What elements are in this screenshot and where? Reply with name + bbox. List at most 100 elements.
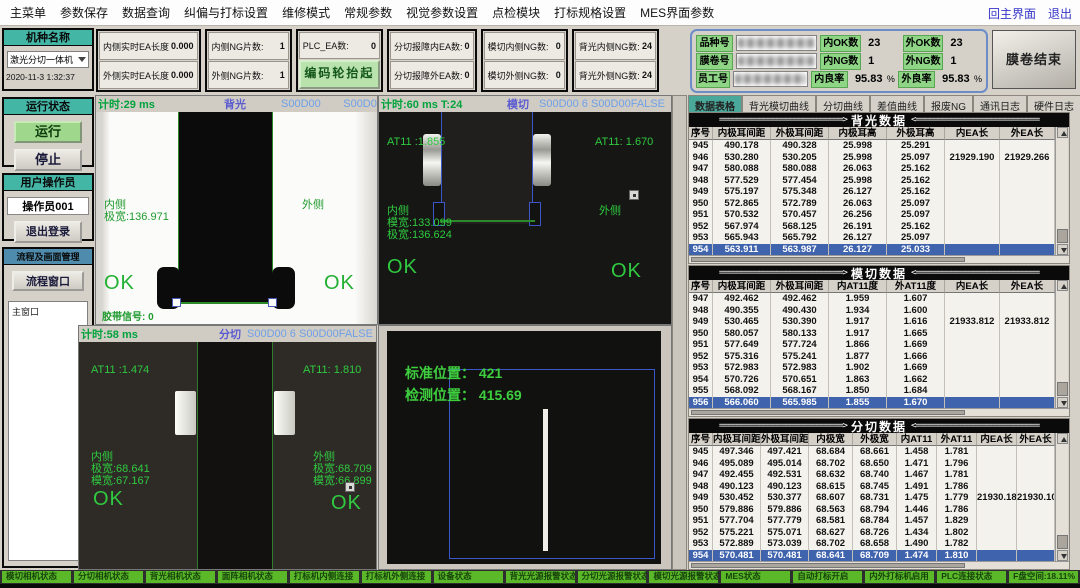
cell[interactable]: 570.457	[771, 209, 829, 221]
cell[interactable]: 1.616	[887, 316, 945, 328]
cell[interactable]: 21933.812	[945, 316, 1000, 328]
cell[interactable]: 21930.10	[1017, 492, 1055, 504]
cell[interactable]: 948	[689, 481, 713, 493]
cell[interactable]	[1017, 515, 1055, 527]
cell[interactable]: 1.782	[937, 538, 977, 550]
cell[interactable]: 68.784	[853, 515, 897, 527]
cell[interactable]	[1000, 305, 1055, 317]
menu-item[interactable]: 点检模块	[492, 4, 540, 21]
cell[interactable]: 950	[689, 504, 713, 516]
cell[interactable]: 951	[689, 339, 713, 351]
machine-select[interactable]: 激光分切一体机	[7, 51, 89, 68]
cell[interactable]: 1.917	[829, 316, 887, 328]
cell[interactable]: 950	[689, 328, 713, 340]
flow-list-item[interactable]: 主窗口	[9, 302, 87, 321]
cell[interactable]: 1.902	[829, 362, 887, 374]
cell[interactable]: 1.669	[887, 362, 945, 374]
cell[interactable]: 575.071	[761, 527, 809, 539]
encoder-wheel-lift-button[interactable]: 编码轮抬起	[299, 60, 380, 89]
run-button[interactable]: 运行	[14, 121, 82, 143]
cell[interactable]	[1000, 186, 1055, 198]
cell[interactable]: 1.934	[829, 305, 887, 317]
cell[interactable]: 1.781	[937, 446, 977, 458]
cell[interactable]: 1.796	[937, 458, 977, 470]
cell[interactable]	[1000, 362, 1055, 374]
cell[interactable]	[977, 469, 1017, 481]
cell[interactable]: 530.280	[713, 152, 771, 164]
cell[interactable]	[945, 397, 1000, 409]
cell[interactable]: 530.377	[761, 492, 809, 504]
cell[interactable]	[1017, 469, 1055, 481]
cell[interactable]: 953	[689, 538, 713, 550]
cell[interactable]: 1.665	[887, 328, 945, 340]
cell[interactable]: 946	[689, 458, 713, 470]
cell[interactable]	[1017, 481, 1055, 493]
cell[interactable]: 68.740	[853, 469, 897, 481]
menu-item[interactable]: 退出	[1048, 5, 1072, 22]
menu-item[interactable]: 回主界面	[988, 5, 1036, 22]
cell[interactable]: 1.457	[897, 515, 937, 527]
cell[interactable]: 1.471	[897, 458, 937, 470]
cell[interactable]: 68.726	[853, 527, 897, 539]
cell[interactable]	[977, 481, 1017, 493]
cell[interactable]: 1.666	[887, 351, 945, 363]
cell[interactable]: 956	[689, 397, 713, 409]
cell[interactable]: 572.789	[771, 198, 829, 210]
cell[interactable]: 951	[689, 515, 713, 527]
cell[interactable]: 1.458	[897, 446, 937, 458]
cell[interactable]	[1000, 374, 1055, 386]
cell[interactable]: 563.911	[713, 244, 771, 256]
cell[interactable]: 490.355	[713, 305, 771, 317]
cell[interactable]: 26.127	[829, 232, 887, 244]
roll-end-button[interactable]: 膜卷结束	[992, 30, 1076, 89]
cell[interactable]: 945	[689, 446, 713, 458]
cell[interactable]: 1.434	[897, 527, 937, 539]
cell[interactable]	[1000, 209, 1055, 221]
cell[interactable]: 490.430	[771, 305, 829, 317]
cell[interactable]: 1.467	[897, 469, 937, 481]
cell[interactable]	[945, 362, 1000, 374]
cell[interactable]: 945	[689, 140, 713, 152]
cell[interactable]: 947	[689, 469, 713, 481]
vertical-splitter[interactable]	[672, 95, 687, 570]
cell[interactable]	[1000, 351, 1055, 363]
cell[interactable]	[1000, 293, 1055, 305]
cell[interactable]: 575.221	[713, 527, 761, 539]
scroll-thumb[interactable]	[1057, 229, 1068, 243]
cell[interactable]: 25.998	[829, 140, 887, 152]
vertical-scrollbar[interactable]	[1055, 127, 1068, 255]
cell[interactable]	[1000, 163, 1055, 175]
cell[interactable]	[1017, 446, 1055, 458]
cell[interactable]: 21929.190	[945, 152, 1000, 164]
cell[interactable]: 25.162	[887, 221, 945, 233]
cell[interactable]	[1000, 140, 1055, 152]
cell[interactable]: 577.529	[713, 175, 771, 187]
cell[interactable]: 577.704	[713, 515, 761, 527]
cell[interactable]	[1000, 198, 1055, 210]
cell[interactable]: 495.089	[713, 458, 761, 470]
cell[interactable]: 68.607	[809, 492, 853, 504]
cell[interactable]: 568.092	[713, 385, 771, 397]
cell[interactable]: 950	[689, 198, 713, 210]
cell[interactable]	[1017, 527, 1055, 539]
cell[interactable]: 68.563	[809, 504, 853, 516]
cell[interactable]	[945, 374, 1000, 386]
cell[interactable]: 1.781	[937, 469, 977, 481]
cell[interactable]: 492.462	[771, 293, 829, 305]
cell[interactable]: 577.779	[761, 515, 809, 527]
flow-list[interactable]: 主窗口	[8, 301, 88, 561]
tab-背光模切曲线[interactable]: 背光模切曲线	[742, 95, 816, 112]
vertical-scrollbar[interactable]	[1055, 433, 1068, 561]
cell[interactable]: 949	[689, 186, 713, 198]
tab-数据表格[interactable]: 数据表格	[688, 95, 742, 112]
cell[interactable]	[1000, 221, 1055, 233]
cell[interactable]: 567.974	[713, 221, 771, 233]
cell[interactable]: 566.060	[713, 397, 771, 409]
cell[interactable]: 1.829	[937, 515, 977, 527]
cell[interactable]	[1017, 550, 1055, 562]
cell[interactable]	[1000, 232, 1055, 244]
cell[interactable]: 1.802	[937, 527, 977, 539]
cell[interactable]	[945, 328, 1000, 340]
cell[interactable]: 25.033	[887, 244, 945, 256]
cell[interactable]: 1.607	[887, 293, 945, 305]
